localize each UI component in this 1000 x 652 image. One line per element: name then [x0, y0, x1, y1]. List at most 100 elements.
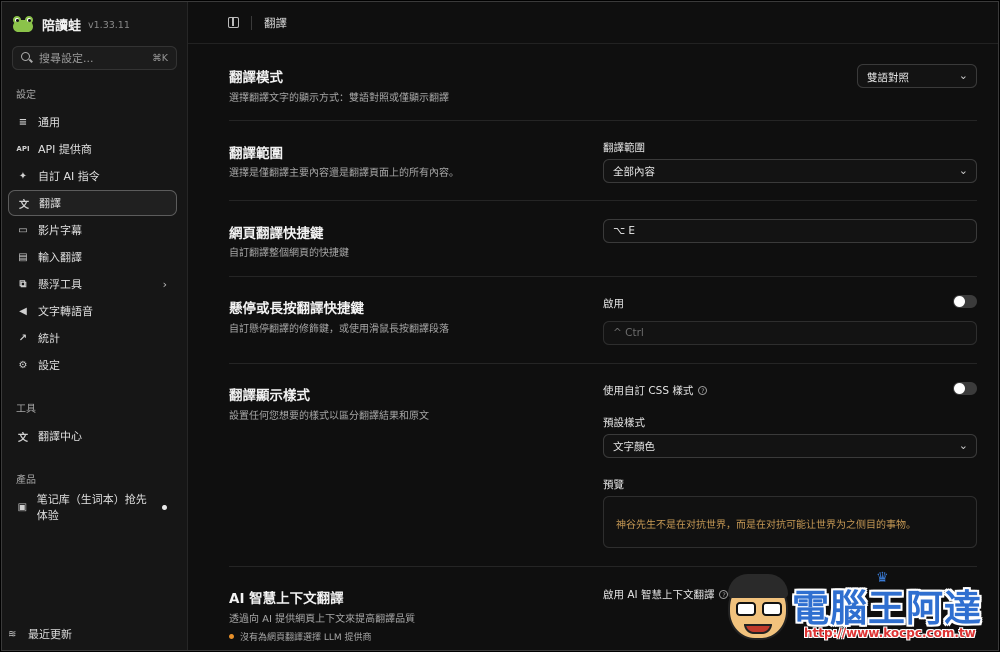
- help-icon[interactable]: ?: [698, 386, 708, 395]
- setting-translation-range: 翻譯範圍 選擇是僅翻譯主要內容還是翻譯頁面上的所有內容。 翻譯範圍 全部內容 ⌄: [229, 121, 977, 201]
- sidebar-item-custom-ai[interactable]: ✦ 自訂 AI 指令: [8, 163, 175, 189]
- watermark-text: 電腦王阿達: [792, 587, 982, 630]
- shortcut-value: ⌥ E: [613, 225, 636, 237]
- sidebar-item-general[interactable]: ≡ 通用: [8, 109, 175, 135]
- translate-icon: 文: [19, 199, 29, 211]
- mascot-face-icon: [728, 574, 788, 640]
- chevron-down-icon: ⌄: [958, 164, 968, 177]
- sliders-icon: ≡: [18, 116, 28, 128]
- sidebar-item-label: 通用: [38, 116, 60, 129]
- ai-context-enable-label: 啟用 AI 智慧上下文翻譯?: [603, 587, 729, 602]
- sidebar-item-label: API 提供商: [38, 143, 92, 156]
- search-icon: [21, 52, 33, 64]
- llm-warning: 沒有為網頁翻譯選擇 LLM 提供商: [229, 630, 372, 643]
- sidebar-item-label: 統計: [38, 332, 60, 345]
- sidebar-item-tts[interactable]: ◀ 文字轉語音: [8, 298, 175, 324]
- sidebar-item-statistics[interactable]: ↗ 統計: [8, 325, 175, 351]
- sparkle-icon: ✦: [18, 170, 28, 182]
- sidebar-item-label: 懸浮工具: [38, 278, 82, 291]
- recent-updates-label: 最近更新: [28, 628, 72, 641]
- subtitle-icon: ▭: [18, 224, 28, 236]
- frog-logo-icon: [12, 15, 34, 33]
- search-input[interactable]: [39, 51, 153, 65]
- api-icon: API: [16, 145, 30, 153]
- select-value: 全部內容: [613, 165, 655, 178]
- section-products-label: 產品: [16, 475, 36, 486]
- watermark-url: http://www.kocpc.com.tw: [804, 626, 976, 640]
- new-dot-badge: [162, 504, 167, 510]
- warning-dot-icon: [229, 634, 234, 639]
- sidebar-toggle-icon[interactable]: [228, 17, 239, 28]
- setting-page-shortcut: 網頁翻譯快捷鍵 自訂翻譯整個網頁的快捷鍵 ⌥ E: [229, 201, 977, 277]
- hover-modifier-select: ^ Ctrl: [603, 321, 977, 345]
- main-panel: 翻譯 翻譯模式 選擇翻譯文字的顯示方式：雙語對照或僅顯示翻譯 雙語對照 ⌄ 翻譯…: [188, 2, 998, 650]
- sidebar-item-input-translate[interactable]: ▤ 輸入翻譯: [8, 244, 175, 270]
- hover-enable-label: 啟用: [603, 298, 624, 310]
- gear-icon: ⚙: [18, 359, 28, 371]
- range-field-label: 翻譯範圍: [603, 142, 645, 154]
- sidebar-item-label: 自訂 AI 指令: [38, 170, 100, 183]
- megaphone-icon: ◀: [19, 305, 27, 317]
- chart-icon: ↗: [18, 332, 28, 344]
- sidebar-item-notebook[interactable]: ▣ 笔记库（生词本）抢先体验: [8, 493, 175, 522]
- setting-title: 翻譯範圍: [229, 146, 283, 162]
- select-value: 雙語對照: [867, 72, 909, 84]
- sidebar-item-label: 設定: [38, 359, 60, 372]
- modifier-value: ^ Ctrl: [613, 327, 644, 339]
- recent-updates-link[interactable]: ≋ 最近更新: [8, 626, 72, 642]
- section-tools-label: 工具: [16, 404, 36, 415]
- hover-enable-toggle[interactable]: [953, 295, 977, 308]
- preset-style-label: 預設樣式: [603, 417, 645, 429]
- translate-icon: 文: [18, 432, 28, 444]
- watermark: ♛ 電腦王阿達 http://www.kocpc.com.tw: [724, 570, 996, 648]
- sidebar-item-translate[interactable]: 文 翻譯: [8, 190, 177, 216]
- style-preview-box: 神谷先生不是在对抗世界，而是在对抗可能让世界为之侧目的事物。: [603, 496, 977, 548]
- sidebar-item-label: 輸入翻譯: [38, 251, 82, 264]
- custom-css-toggle[interactable]: [953, 382, 977, 395]
- setting-display-style: 翻譯顯示樣式 設置任何您想要的樣式以區分翻譯結果和原文 使用自訂 CSS 樣式?…: [229, 364, 977, 567]
- app-name: 陪讀蛙: [42, 18, 82, 34]
- divider: [251, 15, 252, 30]
- setting-desc: 選擇翻譯文字的顯示方式：雙語對照或僅顯示翻譯: [229, 93, 449, 104]
- setting-title: 翻譯顯示樣式: [229, 388, 310, 404]
- sidebar-item-subtitles[interactable]: ▭ 影片字幕: [8, 217, 175, 243]
- sidebar-item-label: 文字轉語音: [38, 305, 93, 318]
- sidebar-item-label: 笔记库（生词本）抢先体验: [36, 493, 147, 522]
- sidebar-item-translation-hub[interactable]: 文 翻譯中心: [8, 423, 175, 449]
- settings-list: 翻譯模式 選擇翻譯文字的顯示方式：雙語對照或僅顯示翻譯 雙語對照 ⌄ 翻譯範圍 …: [229, 45, 977, 650]
- sidebar-item-settings[interactable]: ⚙ 設定: [8, 352, 175, 378]
- sidebar-item-label: 翻譯: [39, 197, 61, 210]
- chevron-down-icon: ⌄: [958, 439, 968, 452]
- setting-title: 翻譯模式: [229, 70, 283, 86]
- preview-text: 神谷先生不是在对抗世界，而是在对抗可能让世界为之侧目的事物。: [616, 520, 916, 531]
- search-box[interactable]: ⌘K: [12, 46, 177, 70]
- setting-desc: 設置任何您想要的樣式以區分翻譯結果和原文: [229, 411, 429, 422]
- app-version: v1.33.11: [88, 19, 130, 31]
- brand: 陪讀蛙 v1.33.11: [2, 2, 187, 46]
- setting-translation-mode: 翻譯模式 選擇翻譯文字的顯示方式：雙語對照或僅顯示翻譯 雙語對照 ⌄: [229, 45, 977, 121]
- float-icon: ⧉: [19, 278, 27, 290]
- rss-icon: ≋: [8, 628, 17, 640]
- translation-range-select[interactable]: 全部內容 ⌄: [603, 159, 977, 183]
- translation-mode-select[interactable]: 雙語對照 ⌄: [857, 64, 977, 88]
- sidebar: 陪讀蛙 v1.33.11 ⌘K 設定 ≡ 通用 API API 提供商 ✦ 自訂…: [2, 2, 188, 650]
- setting-desc: 選擇是僅翻譯主要內容還是翻譯頁面上的所有內容。: [229, 168, 459, 179]
- setting-desc: 自訂懸停翻譯的修飾鍵，或使用滑鼠長按翻譯段落: [229, 324, 449, 335]
- page-shortcut-input[interactable]: ⌥ E: [603, 219, 977, 243]
- topbar: 翻譯: [188, 2, 998, 44]
- preview-label: 預覽: [603, 479, 624, 491]
- setting-title: 懸停或長按翻譯快捷鍵: [229, 301, 364, 317]
- select-value: 文字顏色: [613, 440, 655, 453]
- sidebar-item-api[interactable]: API API 提供商: [8, 136, 175, 162]
- notebook-icon: ▣: [17, 501, 28, 513]
- custom-css-label: 使用自訂 CSS 樣式?: [603, 383, 708, 398]
- sidebar-item-label: 影片字幕: [38, 224, 82, 237]
- chevron-right-icon: ›: [162, 277, 167, 291]
- preset-style-select[interactable]: 文字顏色 ⌄: [603, 434, 977, 458]
- input-icon: ▤: [18, 251, 28, 263]
- sidebar-item-floating-tools[interactable]: ⧉ 懸浮工具 ›: [8, 271, 175, 297]
- warning-text: 沒有為網頁翻譯選擇 LLM 提供商: [240, 633, 372, 643]
- page-title: 翻譯: [264, 15, 287, 30]
- search-shortcut: ⌘K: [152, 52, 168, 64]
- chevron-down-icon: ⌄: [958, 69, 968, 82]
